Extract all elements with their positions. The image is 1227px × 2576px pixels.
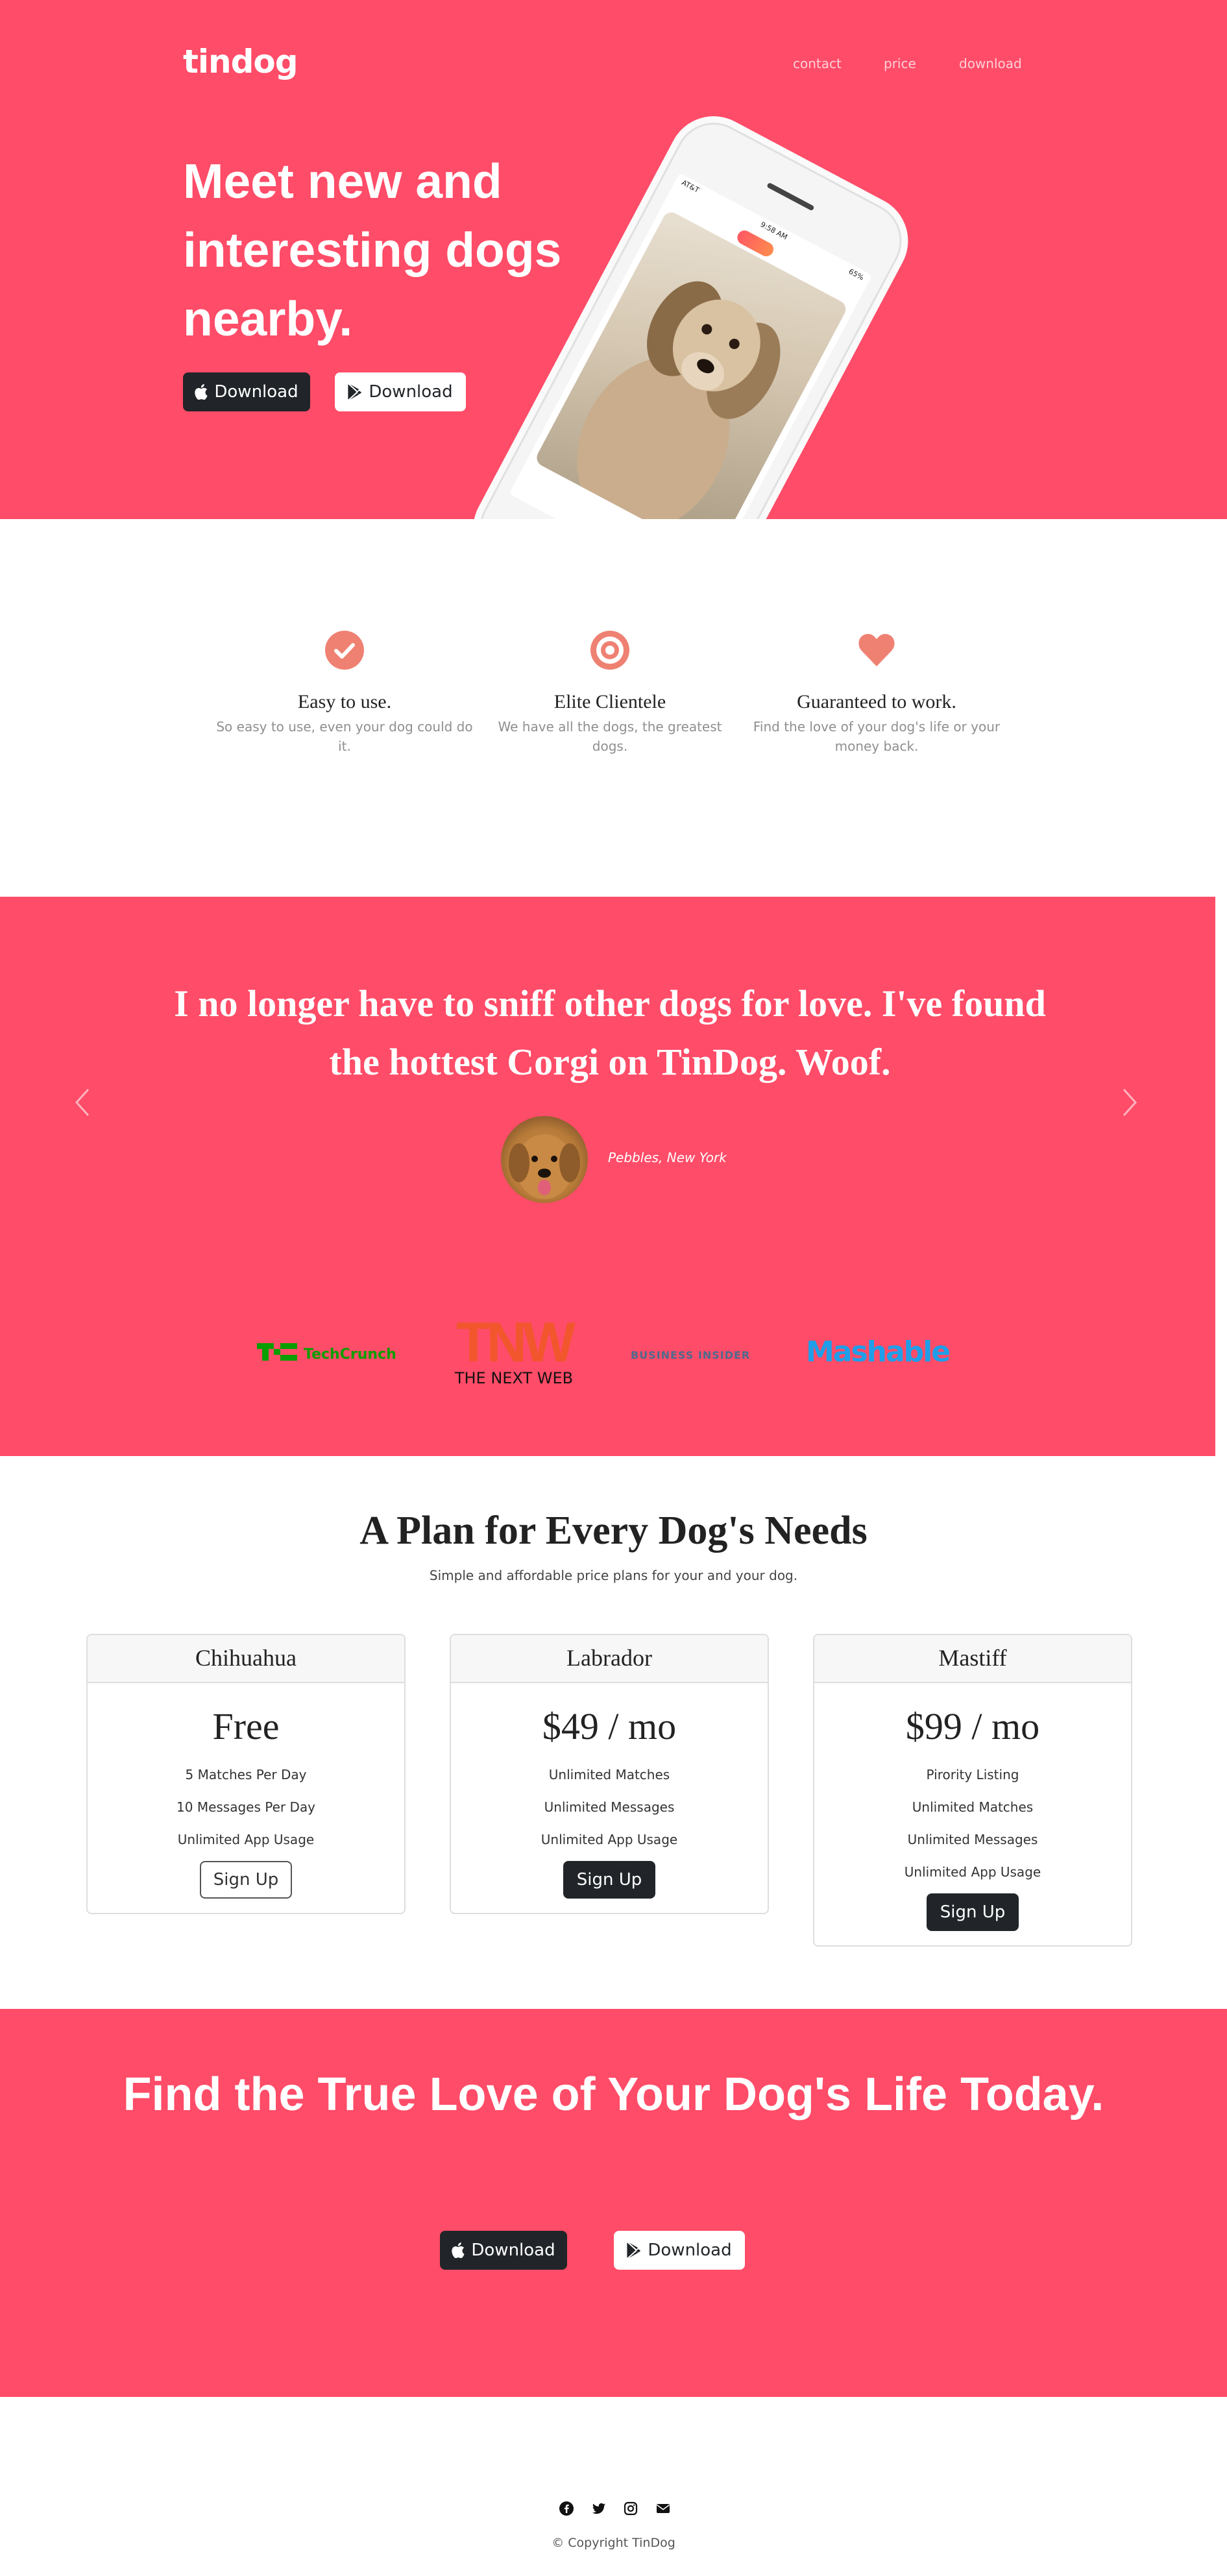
plan-feature: 5 Matches Per Day bbox=[185, 1767, 307, 1782]
feature-text: We have all the dogs, the greatest dogs. bbox=[498, 719, 722, 754]
bullseye-icon bbox=[590, 631, 629, 670]
apple-download-button[interactable]: Download bbox=[183, 372, 310, 411]
envelope-icon[interactable] bbox=[655, 2501, 671, 2516]
feature-text: So easy to use, even your dog could do i… bbox=[216, 719, 473, 754]
google-play-download-button[interactable]: Download bbox=[335, 372, 466, 411]
pricing-section: A Plan for Every Dog's Needs Simple and … bbox=[0, 1456, 1227, 2009]
mashable-wordmark: Mashable bbox=[806, 1335, 949, 1368]
plan-feature: Unlimited Messages bbox=[544, 1799, 675, 1815]
tnw-letters: TNW bbox=[456, 1316, 576, 1374]
plan-feature: Unlimited App Usage bbox=[541, 1832, 678, 1847]
pricing-subtitle: Simple and affordable price plans for yo… bbox=[429, 1568, 798, 1583]
nav-link-price[interactable]: price bbox=[884, 56, 916, 71]
plan-feature: Pirority Listing bbox=[926, 1767, 1019, 1782]
apple-download-label: Download bbox=[471, 2241, 555, 2260]
plan-feature: Unlimited Messages bbox=[907, 1832, 1038, 1847]
mashable-logo: Mashable bbox=[806, 1333, 962, 1369]
techcrunch-wordmark: TechCrunch bbox=[304, 1346, 396, 1363]
sign-up-button-mastiff[interactable]: Sign Up bbox=[927, 1893, 1019, 1931]
feature-text: Find the love of your dog's life or your… bbox=[753, 719, 1001, 754]
feature-easy: Easy to use. So easy to use, even your d… bbox=[215, 631, 474, 756]
plan-name: Mastiff bbox=[814, 1635, 1131, 1683]
plan-name: Chihuahua bbox=[88, 1635, 404, 1683]
plan-card-mastiff: Mastiff $99 / mo Pirority Listing Unlimi… bbox=[813, 1634, 1132, 1947]
google-play-icon bbox=[627, 2242, 641, 2258]
plan-price: Free bbox=[212, 1705, 280, 1747]
carousel-prev-icon[interactable] bbox=[73, 1086, 92, 1119]
facebook-icon[interactable] bbox=[559, 2501, 574, 2516]
features-section: Easy to use. So easy to use, even your d… bbox=[0, 519, 1227, 897]
nav-link-download[interactable]: download bbox=[959, 56, 1022, 71]
business-insider-wordmark: BUSINESS INSIDER bbox=[631, 1349, 750, 1361]
feature-guaranteed: Guaranteed to work. Find the love of you… bbox=[747, 631, 1006, 756]
techcrunch-logo: TechCrunch bbox=[257, 1339, 404, 1365]
cta-google-play-download-button[interactable]: Download bbox=[614, 2231, 745, 2270]
feature-title: Guaranteed to work. bbox=[797, 691, 956, 712]
sign-up-button-chihuahua[interactable]: Sign Up bbox=[200, 1861, 292, 1899]
twitter-icon[interactable] bbox=[591, 2501, 607, 2516]
nav-link-contact[interactable]: contact bbox=[793, 56, 842, 71]
plan-price: $99 / mo bbox=[905, 1705, 1040, 1747]
hero-title: Meet new and interesting dogs nearby. bbox=[183, 154, 562, 346]
plan-feature: Unlimited Matches bbox=[912, 1799, 1034, 1815]
apple-icon bbox=[452, 2242, 465, 2258]
testimonial-avatar bbox=[501, 1116, 588, 1203]
apple-download-label: Download bbox=[214, 382, 298, 402]
testimonial-quote: I no longer have to sniff other dogs for… bbox=[174, 982, 1046, 1083]
feature-elite: Elite Clientele We have all the dogs, th… bbox=[480, 631, 740, 756]
copyright-text: © Copyright TinDog bbox=[552, 2536, 675, 2550]
plan-feature: Unlimited App Usage bbox=[904, 1864, 1041, 1880]
pricing-title: A Plan for Every Dog's Needs bbox=[359, 1509, 868, 1553]
instagram-icon[interactable] bbox=[623, 2501, 638, 2516]
the-next-web-logo: TNW THE NEXT WEB bbox=[441, 1311, 587, 1387]
hero-section: tindog contact price download Meet new a… bbox=[0, 0, 1227, 519]
tnw-wordmark: THE NEXT WEB bbox=[454, 1369, 573, 1387]
plan-feature: Unlimited App Usage bbox=[177, 1832, 315, 1847]
cta-title: Find the True Love of Your Dog's Life To… bbox=[123, 2069, 1104, 2120]
sign-up-button-labrador[interactable]: Sign Up bbox=[563, 1861, 655, 1899]
heart-icon bbox=[858, 634, 895, 666]
apple-icon bbox=[195, 384, 208, 400]
testimonial-author: Pebbles, New York bbox=[608, 1150, 727, 1165]
google-play-icon bbox=[348, 384, 362, 400]
plan-card-chihuahua: Chihuahua Free 5 Matches Per Day 10 Mess… bbox=[86, 1634, 406, 1914]
business-insider-logo: BUSINESS INSIDER bbox=[631, 1347, 767, 1363]
cta-apple-download-button[interactable]: Download bbox=[440, 2231, 567, 2270]
plan-feature: 10 Messages Per Day bbox=[176, 1799, 315, 1815]
carousel-next-icon[interactable] bbox=[1120, 1086, 1139, 1119]
google-download-label: Download bbox=[648, 2241, 732, 2260]
cta-section: Find the True Love of Your Dog's Life To… bbox=[0, 2009, 1227, 2397]
plan-feature: Unlimited Matches bbox=[548, 1767, 670, 1782]
check-circle-icon bbox=[325, 631, 364, 670]
plan-name: Labrador bbox=[451, 1635, 768, 1683]
testimonial-section: I no longer have to sniff other dogs for… bbox=[0, 897, 1215, 1456]
feature-title: Easy to use. bbox=[297, 691, 392, 712]
plan-price: $49 / mo bbox=[542, 1705, 677, 1747]
feature-title: Elite Clientele bbox=[553, 691, 666, 712]
brand-logo[interactable]: tindog bbox=[183, 43, 298, 80]
footer-section: © Copyright TinDog bbox=[0, 2397, 1227, 2576]
plan-card-labrador: Labrador $49 / mo Unlimited Matches Unli… bbox=[450, 1634, 769, 1914]
google-download-label: Download bbox=[369, 382, 453, 402]
